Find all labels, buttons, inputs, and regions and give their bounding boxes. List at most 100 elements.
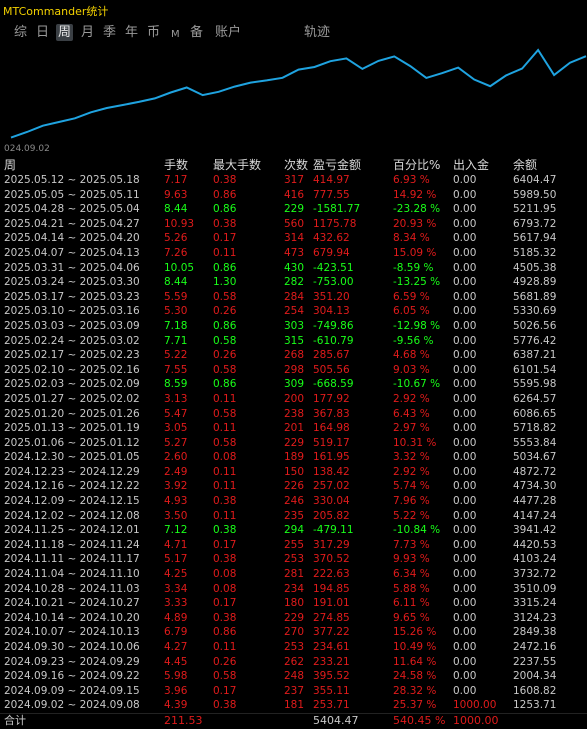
- table-row[interactable]: 2025.05.05 ~ 2025.05.11 9.63 0.86 416 777.55…: [0, 188, 587, 203]
- cell-week: 2024.09.16 ~ 2024.09.22: [4, 670, 140, 683]
- cell-count: 255: [284, 538, 305, 551]
- table-row[interactable]: 2024.12.02 ~ 2024.12.08 3.50 0.11 235 205.82…: [0, 509, 587, 524]
- tab-year[interactable]: 年: [123, 24, 140, 41]
- cell-pnl: -753.00: [313, 276, 354, 289]
- table-row[interactable]: 2024.11.18 ~ 2024.11.24 4.71 0.17 255 317.29…: [0, 538, 587, 553]
- cell-pct: 7.96 %: [393, 495, 430, 508]
- table-row[interactable]: 2025.04.07 ~ 2025.04.13 7.26 0.11 473 679.94…: [0, 246, 587, 261]
- tab-currency[interactable]: 币: [145, 24, 162, 41]
- col-week[interactable]: 周: [4, 157, 16, 173]
- cell-count: 237: [284, 684, 305, 697]
- col-count[interactable]: 次数: [284, 157, 308, 173]
- table-row[interactable]: 2025.01.27 ~ 2025.02.02 3.13 0.11 200 177.92…: [0, 392, 587, 407]
- cell-pnl: 370.52: [313, 553, 350, 566]
- cell-flow: 0.00: [453, 626, 477, 639]
- table-row[interactable]: 2025.04.21 ~ 2025.04.27 10.93 0.38 560 1175.…: [0, 217, 587, 232]
- cell-week: 2025.05.12 ~ 2025.05.18: [4, 174, 140, 186]
- cell-week: 2025.04.21 ~ 2025.04.27: [4, 217, 140, 230]
- table-row[interactable]: 2025.02.17 ~ 2025.02.23 5.22 0.26 268 285.67…: [0, 348, 587, 363]
- tab-account[interactable]: 账户: [213, 24, 243, 41]
- cell-max-lots: 0.86: [213, 188, 237, 201]
- col-pnl[interactable]: 盈亏金额: [313, 157, 361, 173]
- tab-day[interactable]: 日: [34, 24, 51, 41]
- table-row[interactable]: 2024.12.09 ~ 2024.12.15 4.93 0.38 246 330.04…: [0, 494, 587, 509]
- cell-flow: 0.00: [453, 641, 477, 653]
- col-flow[interactable]: 出入金: [453, 157, 489, 173]
- cell-max-lots: 0.11: [213, 641, 237, 653]
- table-row[interactable]: 2024.10.21 ~ 2024.10.27 3.33 0.17 180 191.01…: [0, 596, 587, 611]
- cell-pct: 28.32 %: [393, 684, 437, 697]
- cell-week: 2025.05.05 ~ 2025.05.11: [4, 188, 140, 201]
- table-row[interactable]: 2025.01.20 ~ 2025.01.26 5.47 0.58 238 367.83…: [0, 407, 587, 422]
- cell-balance: 5989.50: [513, 188, 557, 201]
- table-row[interactable]: 2025.02.10 ~ 2025.02.16 7.55 0.58 298 505.56…: [0, 363, 587, 378]
- table-row[interactable]: 2025.03.31 ~ 2025.04.06 10.05 0.86 430 -423.…: [0, 261, 587, 276]
- table-row[interactable]: 2024.09.09 ~ 2024.09.15 3.96 0.17 237 355.11…: [0, 684, 587, 699]
- table-row[interactable]: 2025.01.06 ~ 2025.01.12 5.27 0.58 229 519.17…: [0, 436, 587, 451]
- cell-count: 268: [284, 349, 305, 362]
- table-row[interactable]: 2025.01.13 ~ 2025.01.19 3.05 0.11 201 164.98…: [0, 421, 587, 436]
- table-row[interactable]: 2024.12.30 ~ 2025.01.05 2.60 0.08 189 161.95…: [0, 450, 587, 465]
- table-row[interactable]: 2025.04.14 ~ 2025.04.20 5.26 0.17 314 432.62…: [0, 231, 587, 246]
- cell-count: 560: [284, 217, 305, 230]
- cell-lots: 7.17: [164, 174, 188, 186]
- cell-pct: 20.93 %: [393, 217, 437, 230]
- tab-overview[interactable]: 综: [12, 24, 29, 41]
- table-row[interactable]: 2024.09.23 ~ 2024.09.29 4.45 0.26 262 233.21…: [0, 655, 587, 670]
- cell-lots: 4.27: [164, 641, 188, 653]
- cell-balance: 5718.82: [513, 422, 557, 435]
- cell-balance: 4103.24: [513, 553, 557, 566]
- table-row[interactable]: 2025.02.24 ~ 2025.03.02 7.71 0.58 315 -610.7…: [0, 334, 587, 349]
- tab-quarter[interactable]: 季: [101, 24, 118, 41]
- table-row[interactable]: 2025.03.17 ~ 2025.03.23 5.59 0.58 284 351.20…: [0, 290, 587, 305]
- cell-lots: 4.25: [164, 568, 188, 581]
- cell-pnl: 351.20: [313, 290, 350, 303]
- cell-balance: 1608.82: [513, 684, 557, 697]
- table-row[interactable]: 2024.12.23 ~ 2024.12.29 2.49 0.11 150 138.42…: [0, 465, 587, 480]
- cell-count: 430: [284, 261, 305, 274]
- cell-flow: 0.00: [453, 174, 477, 186]
- cell-pnl: 377.22: [313, 626, 350, 639]
- cell-max-lots: 0.38: [213, 217, 237, 230]
- cell-count: 284: [284, 290, 305, 303]
- table-row[interactable]: 2025.04.28 ~ 2025.05.04 8.44 0.86 229 -1581.…: [0, 202, 587, 217]
- table-row[interactable]: 2024.11.25 ~ 2024.12.01 7.12 0.38 294 -479.1…: [0, 523, 587, 538]
- cell-lots: 3.96: [164, 684, 188, 697]
- cell-max-lots: 0.08: [213, 568, 237, 581]
- table-row[interactable]: 2025.02.03 ~ 2025.02.09 8.59 0.86 309 -668.5…: [0, 377, 587, 392]
- cell-flow: 0.00: [453, 203, 477, 216]
- table-row[interactable]: 2024.10.14 ~ 2024.10.20 4.89 0.38 229 274.85…: [0, 611, 587, 626]
- cell-flow: 0.00: [453, 378, 477, 391]
- table-row[interactable]: 2025.05.12 ~ 2025.05.18 7.17 0.38 317 414.97…: [0, 173, 587, 188]
- cell-count: 150: [284, 465, 305, 478]
- table-row[interactable]: 2025.03.10 ~ 2025.03.16 5.30 0.26 254 304.13…: [0, 304, 587, 319]
- table-row[interactable]: 2024.11.04 ~ 2024.11.10 4.25 0.08 281 222.63…: [0, 567, 587, 582]
- tab-track[interactable]: 轨迹: [302, 24, 332, 41]
- table-row[interactable]: 2025.03.03 ~ 2025.03.09 7.18 0.86 303 -749.8…: [0, 319, 587, 334]
- table-row[interactable]: 2024.11.11 ~ 2024.11.17 5.17 0.38 253 370.52…: [0, 552, 587, 567]
- cell-balance: 6793.72: [513, 217, 557, 230]
- tab-notes[interactable]: 备: [188, 24, 205, 41]
- table-row[interactable]: 2024.09.16 ~ 2024.09.22 5.98 0.58 248 395.52…: [0, 669, 587, 684]
- tab-week[interactable]: 周: [56, 24, 74, 41]
- tab-m[interactable]: M: [169, 26, 182, 43]
- col-balance[interactable]: 余额: [513, 157, 537, 173]
- col-max-lots[interactable]: 最大手数: [213, 157, 261, 173]
- col-lots[interactable]: 手数: [164, 157, 188, 173]
- cell-flow: 0.00: [453, 611, 477, 624]
- cell-balance: 5617.94: [513, 232, 557, 245]
- tab-month[interactable]: 月: [79, 24, 96, 41]
- cell-pnl: -610.79: [313, 334, 354, 347]
- col-pct[interactable]: 百分比%: [393, 157, 440, 173]
- cell-lots: 5.30: [164, 305, 188, 318]
- cell-pct: 9.65 %: [393, 611, 430, 624]
- table-row[interactable]: 2024.10.07 ~ 2024.10.13 6.79 0.86 270 377.22…: [0, 625, 587, 640]
- cell-balance: 4420.53: [513, 538, 557, 551]
- table-row[interactable]: 2024.12.16 ~ 2024.12.22 3.92 0.11 226 257.02…: [0, 479, 587, 494]
- table-row[interactable]: 2024.09.30 ~ 2024.10.06 4.27 0.11 253 234.61…: [0, 640, 587, 655]
- table-row[interactable]: 2024.10.28 ~ 2024.11.03 3.34 0.08 234 194.85…: [0, 582, 587, 597]
- table-row[interactable]: 2025.03.24 ~ 2025.03.30 8.44 1.30 282 -753.0…: [0, 275, 587, 290]
- cell-lots: 4.71: [164, 538, 188, 551]
- cell-week: 2025.01.20 ~ 2025.01.26: [4, 407, 140, 420]
- cell-lots: 5.98: [164, 670, 188, 683]
